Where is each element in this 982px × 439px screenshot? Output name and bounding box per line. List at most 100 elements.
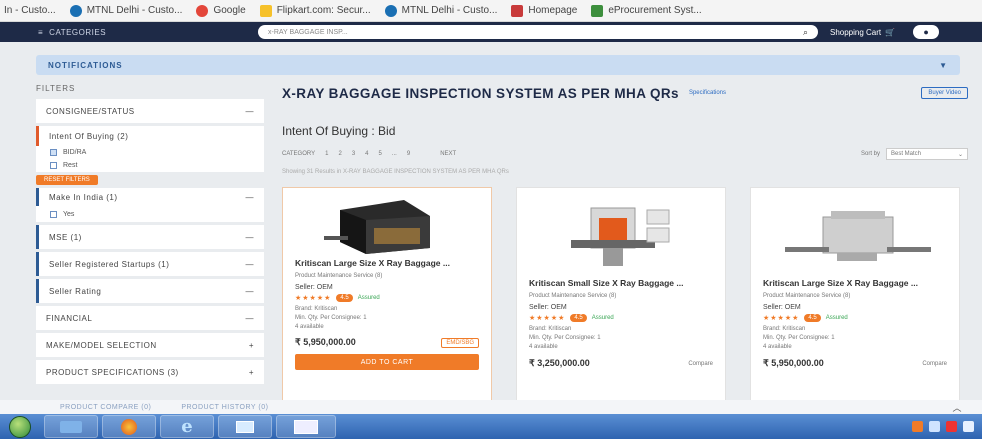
filter-consignee[interactable]: CONSIGNEE/STATUS — [36, 99, 264, 123]
tray-icon[interactable] [912, 421, 923, 432]
page-link[interactable]: 5 [379, 151, 382, 157]
min-qty: Min. Qty. Per Consignee: 1 [763, 335, 835, 341]
taskbar-app[interactable] [218, 415, 272, 438]
seller: Seller: OEM [295, 284, 333, 291]
rating-badge: 4.5 [804, 314, 821, 322]
bookmark-item[interactable]: Google [196, 4, 246, 17]
product-card[interactable]: Kritiscan Small Size X Ray Baggage ... P… [516, 187, 726, 414]
filter-intent-of-buying[interactable]: Intent Of Buying (2) [36, 126, 264, 146]
reset-filters-button[interactable]: RESET FILTERS [36, 175, 98, 185]
system-tray [912, 421, 982, 432]
results-count: Showing 31 Results in X-RAY BAGGAGE INSP… [282, 169, 509, 175]
add-to-cart-button[interactable]: ADD TO CART [295, 354, 479, 370]
filter-product-spec[interactable]: PRODUCT SPECIFICATIONS (3) + [36, 360, 264, 384]
product-card[interactable]: Kritiscan Large Size X Ray Baggage ... P… [750, 187, 960, 414]
min-qty: Min. Qty. Per Consignee: 1 [529, 335, 601, 341]
window-icon [236, 420, 254, 433]
specifications-link[interactable]: Specifications [689, 90, 726, 96]
filter-financial[interactable]: FINANCIAL — [36, 306, 264, 330]
expand-icon: + [248, 367, 254, 377]
xray-machine-image [571, 207, 670, 266]
rating-row: ★★★★★ 4.5 Assured [763, 314, 947, 322]
taskbar-app[interactable] [44, 415, 98, 438]
product-name[interactable]: Kritiscan Small Size X Ray Baggage ... [529, 278, 713, 289]
taskbar-app[interactable]: e [160, 415, 214, 438]
filter-make-in-india[interactable]: Make In India (1) — [36, 188, 264, 206]
notifications-bar[interactable]: NOTIFICATIONS ▼ [36, 55, 960, 75]
collapse-icon: — [245, 106, 254, 116]
option-rest[interactable]: Rest [36, 159, 264, 172]
search-input[interactable]: x-RAY BAGGAGE INSP... ⌕ [258, 25, 818, 39]
product-image[interactable] [295, 196, 479, 258]
page-link[interactable]: 2 [338, 151, 341, 157]
page-link[interactable]: 1 [325, 151, 328, 157]
availability: 4 available [763, 344, 792, 350]
page-link[interactable]: 9 [407, 151, 410, 157]
homepage-icon [511, 4, 524, 17]
next-link[interactable]: NEXT [440, 151, 456, 157]
pagination: CATEGORY 1 2 3 4 5 ... 9 NEXT Sort by Be… [282, 148, 968, 160]
checkbox[interactable] [50, 162, 57, 169]
bookmark-item[interactable]: Flipkart.com: Secur... [259, 4, 371, 17]
expand-icon: + [248, 340, 254, 350]
compare-link[interactable]: Compare [688, 360, 713, 369]
search-icon[interactable]: ⌕ [803, 27, 808, 38]
product-name[interactable]: Kritiscan Large Size X Ray Baggage ... [295, 258, 479, 269]
page-link[interactable]: 3 [352, 151, 355, 157]
bookmark-item[interactable]: Homepage [511, 4, 577, 17]
taskbar-app[interactable] [276, 415, 336, 438]
chevron-down-icon[interactable]: ▼ [939, 61, 948, 70]
page-link[interactable]: 4 [365, 151, 368, 157]
rating-badge: 4.5 [336, 294, 353, 302]
start-button[interactable] [0, 414, 40, 439]
option-yes[interactable]: Yes [36, 206, 264, 222]
shopping-cart-button[interactable]: Shopping Cart 🛒 [830, 28, 895, 37]
product-card[interactable]: Kritiscan Large Size X Ray Baggage ... P… [282, 187, 492, 414]
page-ellipsis: ... [391, 151, 397, 157]
sort-select[interactable]: Best Match ⌄ [886, 148, 968, 160]
emd-badge[interactable]: EMD/SBG [441, 337, 479, 348]
compare-bar: PRODUCT COMPARE (0) PRODUCT HISTORY (0) … [0, 400, 982, 414]
availability: 4 available [295, 324, 324, 330]
categories-button[interactable]: ≡ CATEGORIES [38, 28, 238, 37]
network-icon[interactable] [929, 421, 940, 432]
filters-heading: FILTERS [36, 84, 76, 93]
bookmark-item[interactable]: MTNL Delhi - Custo... [384, 4, 497, 17]
collapse-icon: — [245, 286, 254, 296]
filter-mse[interactable]: MSE (1) — [36, 225, 264, 249]
assured-badge: Assured [591, 315, 614, 321]
product-image[interactable] [529, 196, 713, 278]
filter-seller-rating[interactable]: Seller Rating — [36, 279, 264, 303]
bookmark-item[interactable]: MTNL Delhi - Custo... [69, 4, 182, 17]
buyer-video-button[interactable]: Buyer Video [921, 87, 968, 99]
volume-icon[interactable] [963, 421, 974, 432]
xray-machine-image [785, 211, 931, 261]
menu-icon: ≡ [38, 27, 44, 37]
product-compare-link[interactable]: PRODUCT COMPARE (0) [60, 404, 151, 411]
site-header: ≡ CATEGORIES x-RAY BAGGAGE INSP... ⌕ Sho… [0, 22, 982, 42]
taskbar-app[interactable] [102, 415, 156, 438]
price-row: ₹ 5,950,000.00 Compare [763, 357, 947, 369]
option-bid[interactable]: BID/RA [36, 146, 264, 159]
product-name[interactable]: Kritiscan Large Size X Ray Baggage ... [763, 278, 947, 289]
explorer-icon [60, 420, 82, 433]
collapse-icon: — [245, 259, 254, 269]
checkbox[interactable] [50, 210, 57, 218]
price-row: ₹ 5,950,000.00 EMD/SBG [295, 337, 479, 348]
user-avatar[interactable]: ● [913, 25, 940, 39]
filter-startups[interactable]: Seller Registered Startups (1) — [36, 252, 264, 276]
product-history-link[interactable]: PRODUCT HISTORY (0) [181, 404, 268, 411]
product-image[interactable] [763, 196, 947, 278]
bookmark-item[interactable]: In - Custo... [4, 5, 56, 16]
bookmark-item[interactable]: eProcurement Syst... [591, 4, 702, 17]
tray-icon[interactable] [946, 421, 957, 432]
compare-link[interactable]: Compare [922, 360, 947, 369]
chevron-up-icon[interactable]: ︿ [952, 401, 962, 414]
google-icon [196, 4, 209, 17]
availability: 4 available [529, 344, 558, 350]
price: ₹ 3,250,000.00 [529, 357, 590, 368]
chat-icon [294, 419, 318, 434]
filter-brand[interactable]: MAKE/MODEL SELECTION + [36, 333, 264, 357]
xray-machine-image [324, 200, 430, 254]
checkbox[interactable] [50, 149, 57, 156]
